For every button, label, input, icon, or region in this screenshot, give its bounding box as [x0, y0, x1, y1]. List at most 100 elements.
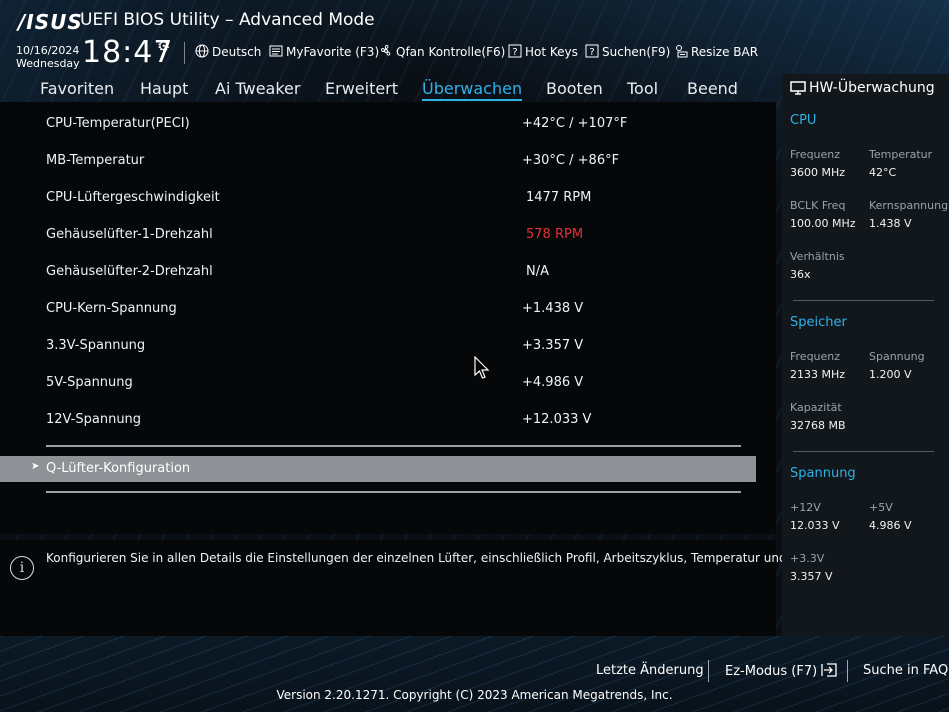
qfan-config-submenu[interactable]: ➤ Q-Lüfter-Konfiguration: [0, 456, 756, 482]
voltage-section-heading: Spannung: [790, 466, 856, 481]
svg-text:?: ?: [512, 47, 517, 58]
faq-search-button[interactable]: Suche in FAQ: [863, 663, 948, 678]
header-divider: [184, 42, 185, 64]
monitor-label: CPU-Temperatur(PECI): [46, 116, 190, 131]
monitor-value: N/A: [526, 264, 549, 279]
hotkeys-button[interactable]: ? Hot Keys: [508, 44, 578, 59]
v12-value: 12.033 V: [790, 519, 840, 532]
monitor-value: +42°C / +107°F: [522, 116, 628, 131]
myfavorite-label: MyFavorite (F3): [286, 45, 380, 59]
mem-voltage-label: Spannung: [869, 350, 925, 363]
monitor-value: +30°C / +86°F: [522, 153, 620, 168]
monitor-row-mb-temp[interactable]: MB-Temperatur +30°C / +86°F: [46, 150, 746, 174]
mem-capacity-value: 32768 MB: [790, 419, 846, 432]
cpu-temp-value: 42°C: [869, 166, 897, 179]
v5-value: 4.986 V: [869, 519, 912, 532]
last-change-button[interactable]: Letzte Änderung: [596, 663, 704, 678]
sidebar-divider: [793, 451, 934, 452]
monitor-row-cpu-fan[interactable]: CPU-Lüftergeschwindigkeit 1477 RPM: [46, 187, 746, 211]
divider: [46, 445, 741, 447]
search-label: Suchen(F9): [602, 45, 671, 59]
hw-monitor-sidebar: HW-Überwachung CPU Frequenz 3600 MHz Tem…: [782, 74, 949, 636]
help-panel: i Konfigurieren Sie in allen Details die…: [0, 540, 825, 636]
monitor-label: Gehäuselüfter-2-Drehzahl: [46, 264, 213, 279]
tab-beend[interactable]: Beend: [687, 79, 738, 98]
cpu-freq-label: Frequenz: [790, 148, 841, 161]
exit-arrow-icon: [821, 663, 837, 677]
info-icon: i: [10, 556, 34, 580]
help-text: Konfigurieren Sie in allen Details die E…: [46, 551, 825, 565]
ratio-value: 36x: [790, 268, 811, 281]
v5-label: +5V: [869, 501, 893, 514]
help-key-icon: ?: [508, 44, 522, 58]
v12-label: +12V: [790, 501, 821, 514]
cpu-temp-label: Temperatur: [869, 148, 933, 161]
language-button[interactable]: Deutsch: [195, 44, 261, 59]
tab-booten[interactable]: Booten: [546, 79, 603, 98]
monitor-row-cpu-temp[interactable]: CPU-Temperatur(PECI) +42°C / +107°F: [46, 113, 746, 137]
footer-divider: [847, 660, 848, 682]
cpu-freq-value: 3600 MHz: [790, 166, 846, 179]
hw-monitor-title: HW-Überwachung: [809, 80, 935, 96]
monitor-panel: CPU-Temperatur(PECI) +42°C / +107°F MB-T…: [0, 102, 776, 534]
ratio-label: Verhältnis: [790, 250, 845, 263]
monitor-label: 5V-Spannung: [46, 375, 133, 390]
favorite-list-icon: [269, 45, 283, 57]
monitor-label: MB-Temperatur: [46, 153, 145, 168]
monitor-row-cpu-core-voltage[interactable]: CPU-Kern-Spannung +1.438 V: [46, 298, 746, 322]
ez-mode-button[interactable]: Ez-Modus (F7): [725, 663, 837, 679]
resize-bar-icon: [676, 45, 688, 58]
resize-bar-label: Resize BAR: [691, 45, 759, 59]
app-title: UEFI BIOS Utility – Advanced Mode: [80, 10, 375, 30]
mem-freq-label: Frequenz: [790, 350, 841, 363]
hotkeys-label: Hot Keys: [525, 45, 578, 59]
qfan-label: Qfan Kontrolle(F6): [396, 45, 506, 59]
submenu-label: Q-Lüfter-Konfiguration: [46, 461, 191, 476]
mouse-cursor-icon: [474, 356, 490, 379]
monitor-row-5v[interactable]: 5V-Spannung +4.986 V: [46, 372, 746, 396]
fan-icon: [380, 44, 391, 56]
cpu-section-heading: CPU: [790, 113, 817, 128]
bclk-label: BCLK Freq: [790, 199, 846, 212]
search-help-icon: ?: [585, 44, 599, 58]
language-label: Deutsch: [212, 45, 262, 59]
asus-logo: /ISUS: [18, 10, 83, 34]
tab-ueberwachen[interactable]: Überwachen: [422, 79, 523, 101]
weekday: Wednesday: [16, 57, 80, 70]
myfavorite-button[interactable]: MyFavorite (F3): [269, 44, 379, 59]
search-button[interactable]: ? Suchen(F9): [585, 44, 670, 59]
tab-ai-tweaker[interactable]: Ai Tweaker: [215, 79, 300, 98]
ez-mode-label: Ez-Modus (F7): [725, 664, 818, 679]
date-display: 10/16/2024 Wednesday: [16, 44, 80, 70]
monitor-label: 3.3V-Spannung: [46, 338, 146, 353]
monitor-row-chassis-fan-1[interactable]: Gehäuselüfter-1-Drehzahl 578 RPM: [46, 224, 746, 248]
memory-section-heading: Speicher: [790, 315, 847, 330]
monitor-label: CPU-Kern-Spannung: [46, 301, 177, 316]
monitor-row-3v3[interactable]: 3.3V-Spannung +3.357 V: [46, 335, 746, 359]
tab-erweitert[interactable]: Erweitert: [325, 79, 398, 98]
clock-settings-gear-icon[interactable]: ⚙: [157, 37, 170, 55]
footer-divider: [708, 660, 709, 682]
monitor-row-12v[interactable]: 12V-Spannung +12.033 V: [46, 409, 746, 433]
sidebar-divider: [793, 300, 934, 301]
monitor-icon: [790, 81, 806, 95]
tab-tool[interactable]: Tool: [627, 79, 658, 98]
monitor-value-warning: 578 RPM: [526, 227, 584, 242]
v33-label: +3.3V: [790, 552, 825, 565]
monitor-row-chassis-fan-2[interactable]: Gehäuselüfter-2-Drehzahl N/A: [46, 261, 746, 285]
monitor-value: 1477 RPM: [526, 190, 592, 205]
core-voltage-label: Kernspannung: [869, 199, 949, 212]
resize-bar-button[interactable]: Resize BAR: [674, 44, 758, 59]
divider: [46, 491, 741, 493]
mem-voltage-value: 1.200 V: [869, 368, 912, 381]
svg-text:?: ?: [589, 47, 594, 58]
mem-capacity-label: Kapazität: [790, 401, 842, 414]
copyright-text: Version 2.20.1271. Copyright (C) 2023 Am…: [276, 688, 673, 702]
mem-freq-value: 2133 MHz: [790, 368, 846, 381]
qfan-control-button[interactable]: Qfan Kontrolle(F6): [379, 44, 505, 59]
globe-icon: [195, 44, 209, 58]
tab-haupt[interactable]: Haupt: [140, 79, 188, 98]
v33-value: 3.357 V: [790, 570, 833, 583]
tab-favoriten[interactable]: Favoriten: [40, 79, 114, 98]
submenu-arrow-icon: ➤: [31, 461, 40, 472]
